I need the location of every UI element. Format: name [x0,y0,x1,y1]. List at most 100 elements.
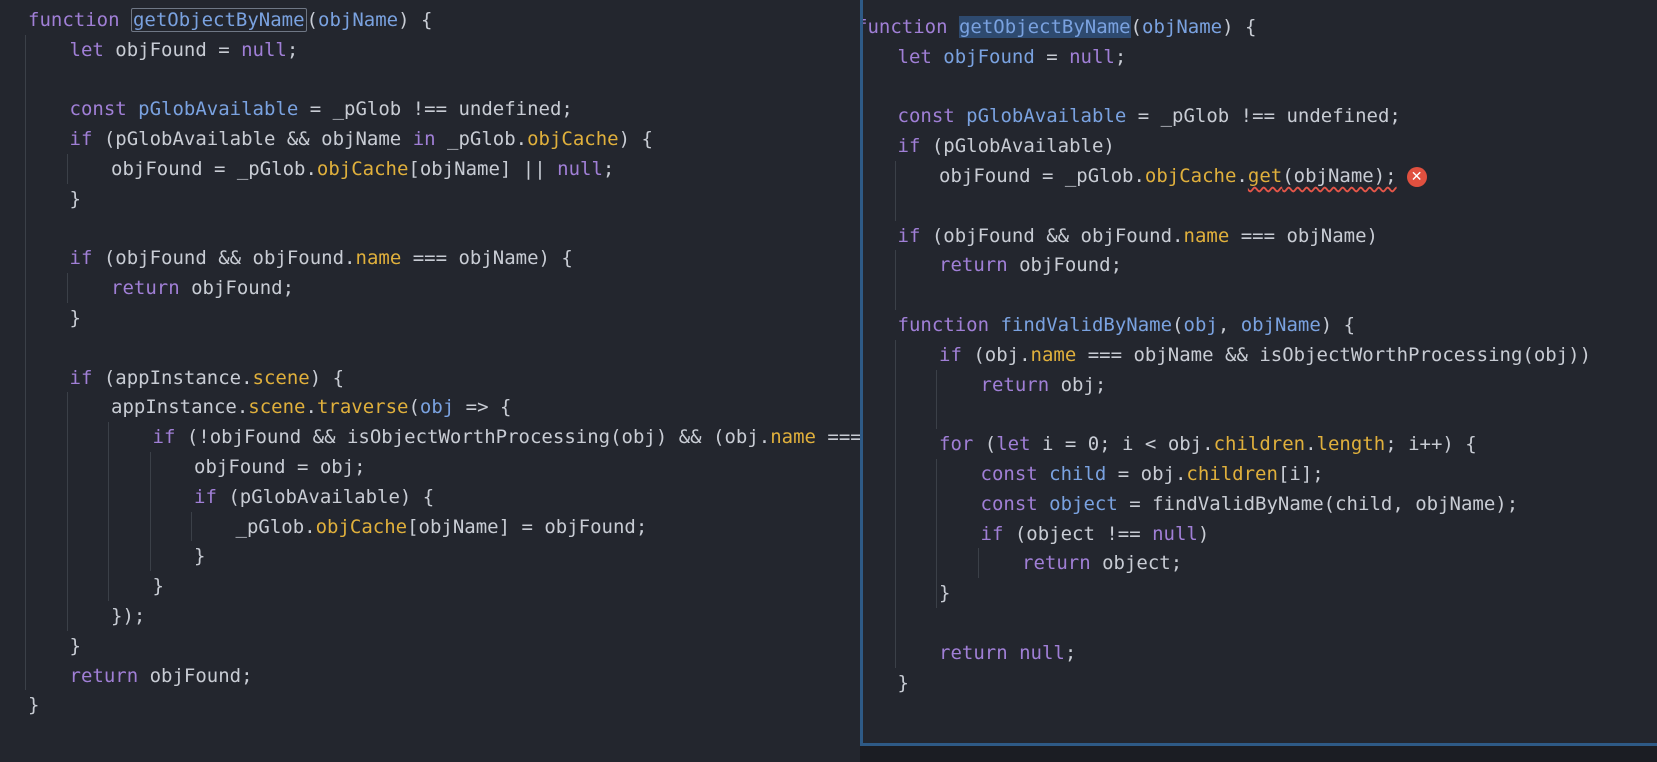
code-token: appInstance. [111,396,249,419]
keyword-token: if [69,247,104,270]
code-line[interactable]: function getObjectByName(objName) { [863,12,1256,43]
property-token: objCache [315,515,408,538]
code-token: ) { [618,128,653,151]
keyword-token: null [1019,641,1065,664]
code-token: ) { [309,366,345,389]
error-token: get [1247,165,1283,187]
code-line[interactable]: }); [111,601,145,632]
keyword-token: let [897,45,944,68]
keyword-token: for [939,433,985,456]
function-name-token: findValidByName [1000,314,1173,336]
code-line[interactable]: } [28,690,39,721]
code-line[interactable]: objFound = _pGlob.objCache[objName] || n… [111,154,614,185]
keyword-token: null [557,158,603,180]
code-line[interactable]: } [70,303,81,334]
code-token: = _pGlob !== undefined; [1126,105,1401,128]
indent-guide [894,250,896,310]
code-line[interactable]: const object = findValidByName(child, ob… [981,489,1519,520]
keyword-token: if [897,135,932,158]
code-line[interactable]: const pGlobAvailable = _pGlob !== undefi… [70,94,573,125]
code-token: } [28,694,40,717]
code-token: (appInstance. [103,366,253,389]
code-line[interactable]: const pGlobAvailable = _pGlob !== undefi… [898,101,1401,132]
code-token: } [69,187,81,210]
code-token: (objFound && objFound. [103,247,356,270]
keyword-token: let [69,38,116,61]
code-token: obj; [1060,373,1107,396]
code-line[interactable]: } [939,578,950,609]
code-line[interactable]: return object; [1022,548,1182,579]
code-token: } [939,582,951,605]
keyword-token: if [939,343,974,366]
indent-guide [977,548,979,579]
code-line[interactable]: return obj; [981,370,1107,401]
keyword-token: if [69,128,104,151]
code-token: _pGlob. [235,515,316,538]
code-line[interactable]: if (object !== null) [981,519,1210,550]
code-line[interactable]: let objFound = null; [70,35,299,66]
code-line[interactable]: if (pGlobAvailable && objName in _pGlob.… [70,124,653,155]
code-line[interactable]: } [70,184,81,215]
code-token: ) { [398,9,433,31]
code-token: } [897,671,909,694]
code-line[interactable]: const child = obj.children[i]; [981,459,1324,490]
property-token: objCache [1144,165,1237,187]
code-line[interactable]: if (objFound && objFound.name === objNam… [898,221,1378,252]
code-line[interactable]: if (pGlobAvailable) [898,131,1115,162]
code-token: ( [1130,16,1142,38]
code-token: = _pGlob !== undefined; [298,98,573,121]
code-line[interactable]: objFound = obj; [194,452,366,483]
code-line[interactable]: return objFound; [111,273,294,304]
code-token: (pGlobAvailable) { [228,485,435,508]
indent-guide [936,369,937,430]
code-line[interactable]: _pGlob.objCache[objName] = objFound; [236,512,648,543]
code-line[interactable]: function findValidByName(obj, objName) { [898,310,1356,341]
code-token: ( [306,9,318,31]
code-token: === objName && isObjectWorthProcessing(o… [1076,343,1592,366]
keyword-token: return [69,664,150,687]
code-line[interactable]: } [153,571,164,602]
code-token: objFound; [191,277,295,300]
code-token: => { [454,396,512,419]
right-code-editor[interactable]: function getObjectByName(objName) {let o… [860,0,1657,746]
left-code-editor[interactable]: function getObjectByName (objName) {let o… [0,0,860,762]
property-token: traverse [316,396,409,419]
identifier-token: obj [419,396,455,419]
code-token: (obj. [973,343,1031,366]
code-line[interactable]: if (appInstance.scene) { [70,363,345,394]
property-token: name [770,426,816,449]
identifier-token: objName [318,9,399,31]
indent-guide [191,511,192,542]
error-icon[interactable]: ✕ [1406,166,1427,187]
code-line[interactable]: objFound = _pGlob.objCache.get(objName);… [939,161,1427,192]
property-token: name [355,247,402,270]
property-token: objCache [527,128,619,151]
error-token: (objName); [1282,165,1397,187]
code-line[interactable]: let objFound = null; [898,42,1127,73]
code-token: objFound; [1019,254,1123,277]
code-token: [i]; [1277,463,1324,485]
code-line[interactable]: return objFound; [70,661,253,692]
code-line[interactable]: if (obj.name === objName && isObjectWort… [939,340,1591,371]
code-token: (pGlobAvailable) [931,135,1115,158]
code-token: [objName] || [408,158,558,180]
code-line[interactable]: for (let i = 0; i < obj.children.length;… [939,429,1477,460]
keyword-token: if [897,224,932,247]
code-token: . [1236,165,1248,187]
code-line[interactable]: return objFound; [939,250,1122,281]
code-line[interactable]: if (objFound && objFound.name === objNam… [70,243,573,274]
code-token: } [194,545,206,568]
code-line[interactable]: } [194,541,205,572]
code-line[interactable]: return null; [939,638,1076,669]
code-line[interactable]: } [70,631,81,662]
code-line[interactable]: appInstance.scene.traverse(obj => { [111,392,511,423]
indent-guide [108,422,109,601]
code-line[interactable]: function getObjectByName(objName) { [28,5,432,36]
code-line[interactable]: } [898,668,909,699]
code-line[interactable]: if (!objFound && isObjectWorthProcessing… [153,422,861,453]
keyword-token: const [980,463,1050,485]
indent-guide [66,154,68,184]
code-line[interactable]: if (pGlobAvailable) { [194,482,434,513]
identifier-token: object [1049,492,1118,515]
code-token: . [1305,433,1317,456]
